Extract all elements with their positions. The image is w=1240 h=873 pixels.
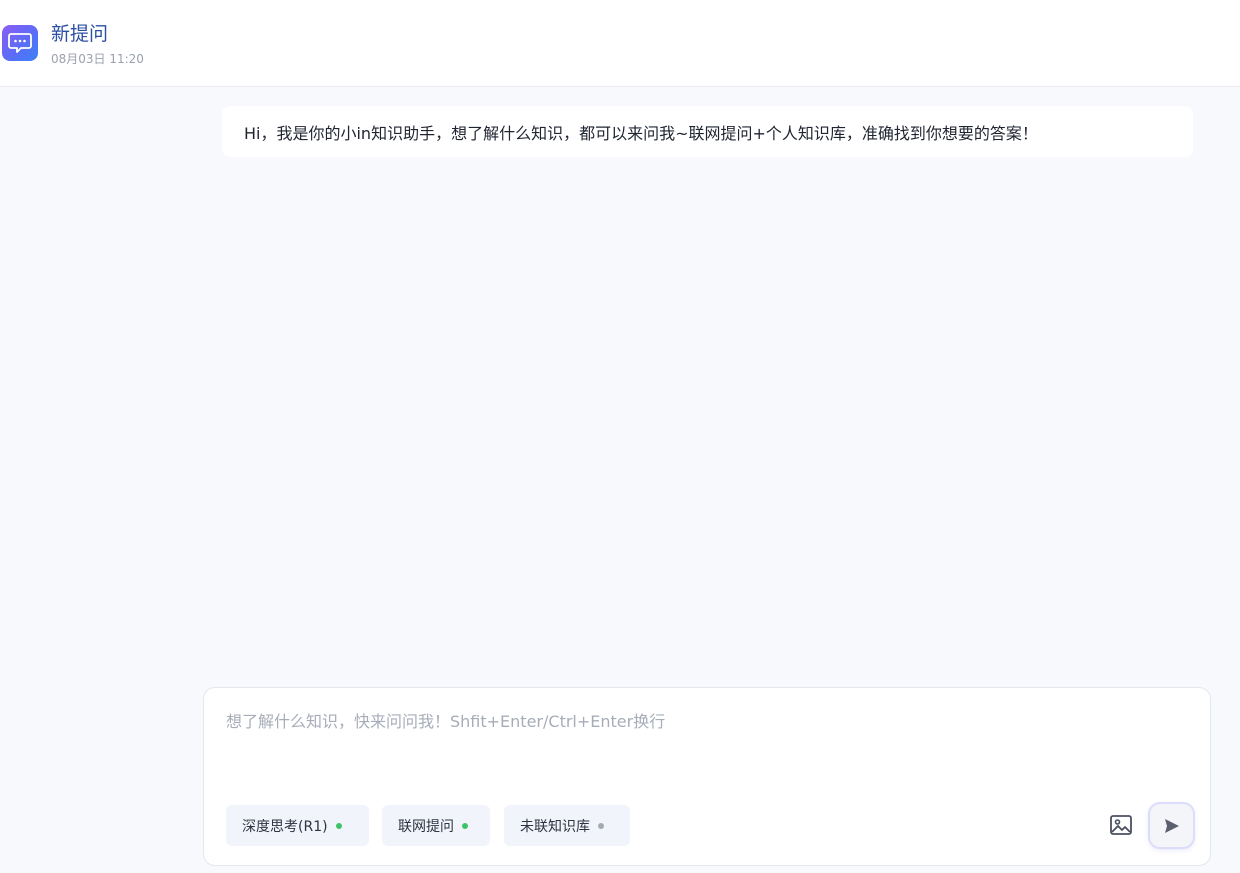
timestamp: 08月03日 11:20 [51,52,144,66]
send-icon [1164,818,1179,833]
knowledge-base-label: 未联知识库 [520,818,590,835]
web-search-label: 联网提问 [398,818,454,835]
assistant-message-text: Hi，我是你的小in知识助手，想了解什么知识，都可以来问我~联网提问+个人知识库… [244,123,1038,143]
deep-thinking-toggle[interactable]: 深度思考(R1) [226,805,369,846]
question-input[interactable] [226,710,1186,774]
chat-bubble-icon [2,25,38,61]
header: 新提问 08月03日 11:20 [0,0,1240,87]
status-dot-on [462,822,468,829]
status-dot-on [335,822,342,829]
image-icon [1110,815,1132,835]
image-upload-button[interactable] [1105,809,1137,841]
web-search-toggle[interactable]: 联网提问 [382,805,490,846]
assistant-message: Hi，我是你的小in知识助手，想了解什么知识，都可以来问我~联网提问+个人知识库… [222,106,1193,157]
deep-thinking-label: 深度思考(R1) [242,818,328,835]
status-dot-off [598,822,604,829]
knowledge-base-toggle[interactable]: 未联知识库 [504,805,630,846]
send-button[interactable] [1150,804,1193,847]
composer: 深度思考(R1) 联网提问 未联知识库 [203,687,1211,866]
page-title: 新提问 [51,23,109,45]
